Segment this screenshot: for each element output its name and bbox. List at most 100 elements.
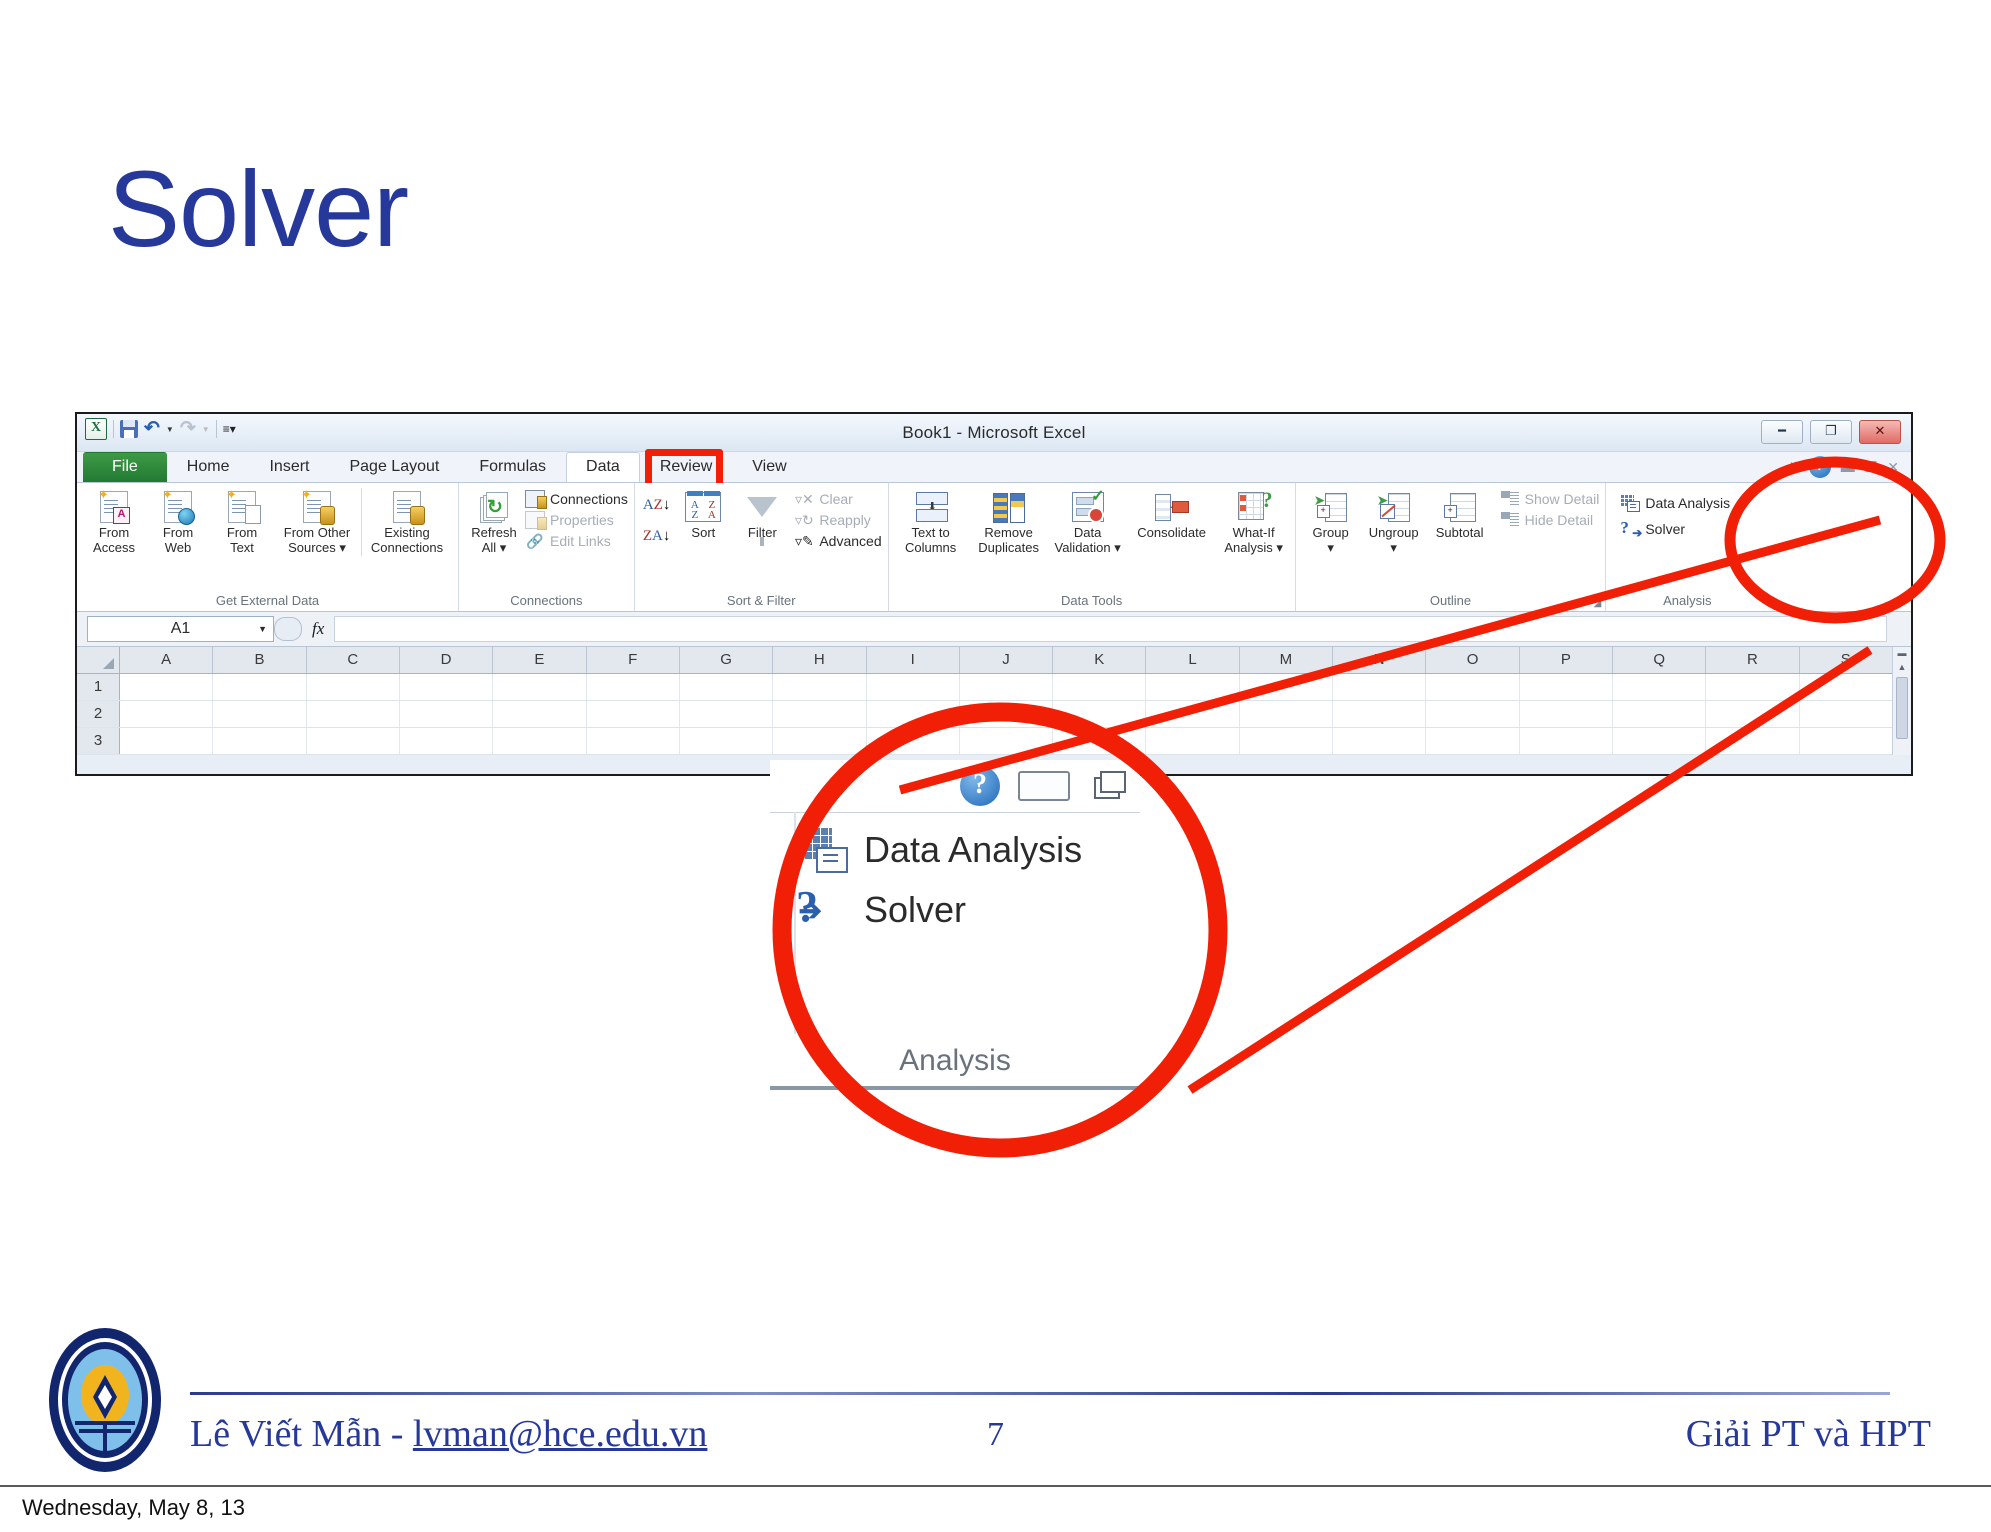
table-row[interactable]: 3 [77, 728, 1911, 755]
cell-n1[interactable] [1333, 674, 1427, 700]
filter-button[interactable]: Filter [732, 488, 792, 546]
scroll-up-arrow-icon[interactable]: ▲ [1893, 661, 1911, 675]
outline-dialog-launcher-icon[interactable]: ◢ [1594, 598, 1602, 609]
cell-c2[interactable] [306, 701, 400, 727]
advanced-filter-button[interactable]: ▿✎ Advanced [794, 532, 882, 550]
column-header-i[interactable]: I [867, 647, 960, 673]
cell-d1[interactable] [399, 674, 494, 700]
column-header-g[interactable]: G [680, 647, 774, 673]
window-close-icon[interactable]: ✕ [1887, 459, 1899, 476]
cell-b1[interactable] [213, 674, 307, 700]
column-header-a[interactable]: A [120, 647, 214, 673]
sort-ascending-icon[interactable]: AZ↓ [643, 498, 671, 513]
from-access-button[interactable]: ✦ A From Access [83, 488, 145, 556]
cell-e2[interactable] [493, 701, 587, 727]
cell-k1[interactable] [1053, 674, 1147, 700]
cell-o1[interactable] [1426, 674, 1520, 700]
column-header-f[interactable]: F [587, 647, 680, 673]
cell-b2[interactable] [213, 701, 307, 727]
column-header-p[interactable]: P [1520, 647, 1613, 673]
text-to-columns-button[interactable]: ⬇ Text to Columns [895, 488, 967, 556]
tab-data[interactable]: Data [566, 452, 640, 482]
column-header-b[interactable]: B [213, 647, 307, 673]
ribbon[interactable]: ✦ A From Access ✦ From Web ✦ From Text ✦… [77, 483, 1911, 612]
cell-e3[interactable] [493, 728, 587, 754]
sort-button[interactable]: AZZA Sort [676, 488, 730, 541]
cell-r1[interactable] [1706, 674, 1800, 700]
cell-c3[interactable] [306, 728, 400, 754]
cell-a1[interactable] [120, 674, 214, 700]
window-controls[interactable]: ━ ❐ ✕ [1761, 420, 1901, 444]
cell-j3[interactable] [959, 728, 1054, 754]
what-if-analysis-button[interactable]: ? What-If Analysis ▾ [1219, 488, 1289, 556]
cell-o2[interactable] [1426, 701, 1520, 727]
tab-home[interactable]: Home [167, 452, 250, 482]
cell-s3[interactable] [1799, 728, 1893, 754]
column-header-j[interactable]: J [960, 647, 1054, 673]
restore-button[interactable]: ❐ [1810, 420, 1852, 444]
cell-s1[interactable] [1799, 674, 1893, 700]
column-header-m[interactable]: M [1240, 647, 1334, 673]
cell-h3[interactable] [773, 728, 867, 754]
column-header-o[interactable]: O [1426, 647, 1520, 673]
column-header-c[interactable]: C [307, 647, 400, 673]
column-header-d[interactable]: D [400, 647, 494, 673]
sort-descending-icon[interactable]: ZA↓ [643, 529, 671, 544]
scrollbar-thumb[interactable] [1896, 677, 1908, 739]
solver-button[interactable]: ? ➔ Solver [1620, 519, 1730, 539]
cell-n3[interactable] [1333, 728, 1427, 754]
name-box-dropdown-icon[interactable]: ▼ [258, 624, 267, 634]
cell-d3[interactable] [399, 728, 494, 754]
tab-formulas[interactable]: Formulas [459, 452, 566, 482]
window-restore-icon[interactable]: ❐ [1865, 459, 1878, 476]
cell-a3[interactable] [120, 728, 214, 754]
from-text-button[interactable]: ✦ From Text [211, 488, 273, 556]
cell-n2[interactable] [1333, 701, 1427, 727]
cell-i3[interactable] [866, 728, 960, 754]
help-icon[interactable]: ? [960, 766, 1000, 806]
cell-q3[interactable] [1613, 728, 1707, 754]
vertical-scrollbar[interactable]: ▬ ▲ [1892, 647, 1911, 755]
cell-p2[interactable] [1519, 701, 1613, 727]
column-header-k[interactable]: K [1053, 647, 1147, 673]
cell-p3[interactable] [1519, 728, 1613, 754]
cell-l3[interactable] [1146, 728, 1240, 754]
minimize-button[interactable]: ━ [1761, 420, 1803, 444]
cell-l1[interactable] [1146, 674, 1240, 700]
cell-i1[interactable] [866, 674, 960, 700]
row-header-2[interactable]: 2 [77, 701, 120, 727]
help-icon[interactable]: ? [1808, 456, 1831, 478]
cell-m2[interactable] [1239, 701, 1334, 727]
cell-o3[interactable] [1426, 728, 1520, 754]
cell-h1[interactable] [773, 674, 867, 700]
cell-j1[interactable] [959, 674, 1054, 700]
subtotal-button[interactable]: + Subtotal [1428, 488, 1492, 541]
close-button[interactable]: ✕ [1859, 420, 1901, 444]
name-box[interactable]: A1 ▼ [87, 616, 274, 642]
connections-button[interactable]: Connections [525, 490, 628, 509]
cell-r3[interactable] [1706, 728, 1800, 754]
cell-f3[interactable] [586, 728, 680, 754]
existing-connections-button[interactable]: Existing Connections [361, 488, 452, 556]
column-header-e[interactable]: E [493, 647, 587, 673]
cell-m3[interactable] [1239, 728, 1334, 754]
table-row[interactable]: 2 [77, 701, 1911, 728]
window-minimize-icon[interactable]: ▬ [1841, 459, 1855, 475]
ribbon-tab-strip[interactable]: File Home Insert Page Layout Formulas Da… [77, 449, 1911, 504]
formula-bar-toggle[interactable] [274, 617, 302, 641]
column-header-r[interactable]: R [1706, 647, 1800, 673]
magnified-solver-button[interactable]: ? ➔ Solver [770, 873, 1140, 933]
cell-g3[interactable] [679, 728, 774, 754]
cell-h2[interactable] [773, 701, 867, 727]
cell-j2[interactable] [959, 701, 1054, 727]
cell-f1[interactable] [586, 674, 680, 700]
data-analysis-button[interactable]: Data Analysis [1620, 494, 1730, 512]
cell-s2[interactable] [1799, 701, 1893, 727]
cell-p1[interactable] [1519, 674, 1613, 700]
cell-g1[interactable] [679, 674, 774, 700]
remove-duplicates-button[interactable]: Remove Duplicates [969, 488, 1049, 556]
table-row[interactable]: 1 [77, 674, 1911, 701]
magnified-data-analysis-button[interactable]: Data Analysis [770, 813, 1140, 873]
cell-q2[interactable] [1613, 701, 1707, 727]
cell-b3[interactable] [213, 728, 307, 754]
